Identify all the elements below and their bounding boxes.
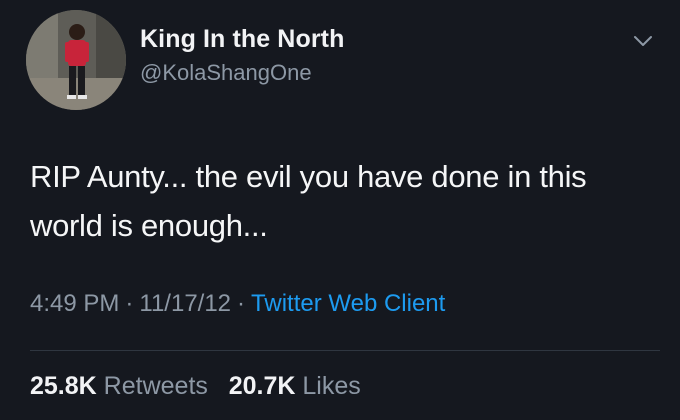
tweet-text: RIP Aunty... the evil you have done in t… — [30, 159, 587, 243]
tweet-date[interactable]: 11/17/12 — [139, 290, 231, 317]
tweet-meta: 4:49 PM · 11/17/12 · Twitter Web Client — [30, 290, 445, 318]
display-name[interactable]: King In the North — [140, 25, 344, 54]
likes-count: 20.7K — [228, 372, 296, 400]
retweets-count: 25.8K — [30, 372, 97, 400]
meta-separator: · — [125, 290, 134, 317]
meta-separator: · — [237, 290, 246, 317]
user-handle[interactable]: @KolaShangOne — [140, 60, 312, 86]
retweets-label: Retweets — [103, 372, 208, 400]
tweet-source-link[interactable]: Twitter Web Client — [251, 290, 445, 317]
likes-stat[interactable]: 20.7K Likes — [229, 372, 361, 400]
tweet-stats: 25.8K Retweets 20.7K Likes — [30, 372, 361, 401]
tweet-card: King In the North @KolaShangOne RIP Aunt… — [0, 0, 680, 420]
avatar[interactable] — [26, 10, 126, 110]
divider — [30, 350, 660, 351]
profile-photo-icon — [26, 10, 126, 110]
chevron-down-icon[interactable] — [632, 30, 654, 52]
tweet-time[interactable]: 4:49 PM — [30, 290, 119, 317]
likes-label: Likes — [302, 372, 361, 400]
retweets-stat[interactable]: 25.8K Retweets — [30, 372, 208, 400]
